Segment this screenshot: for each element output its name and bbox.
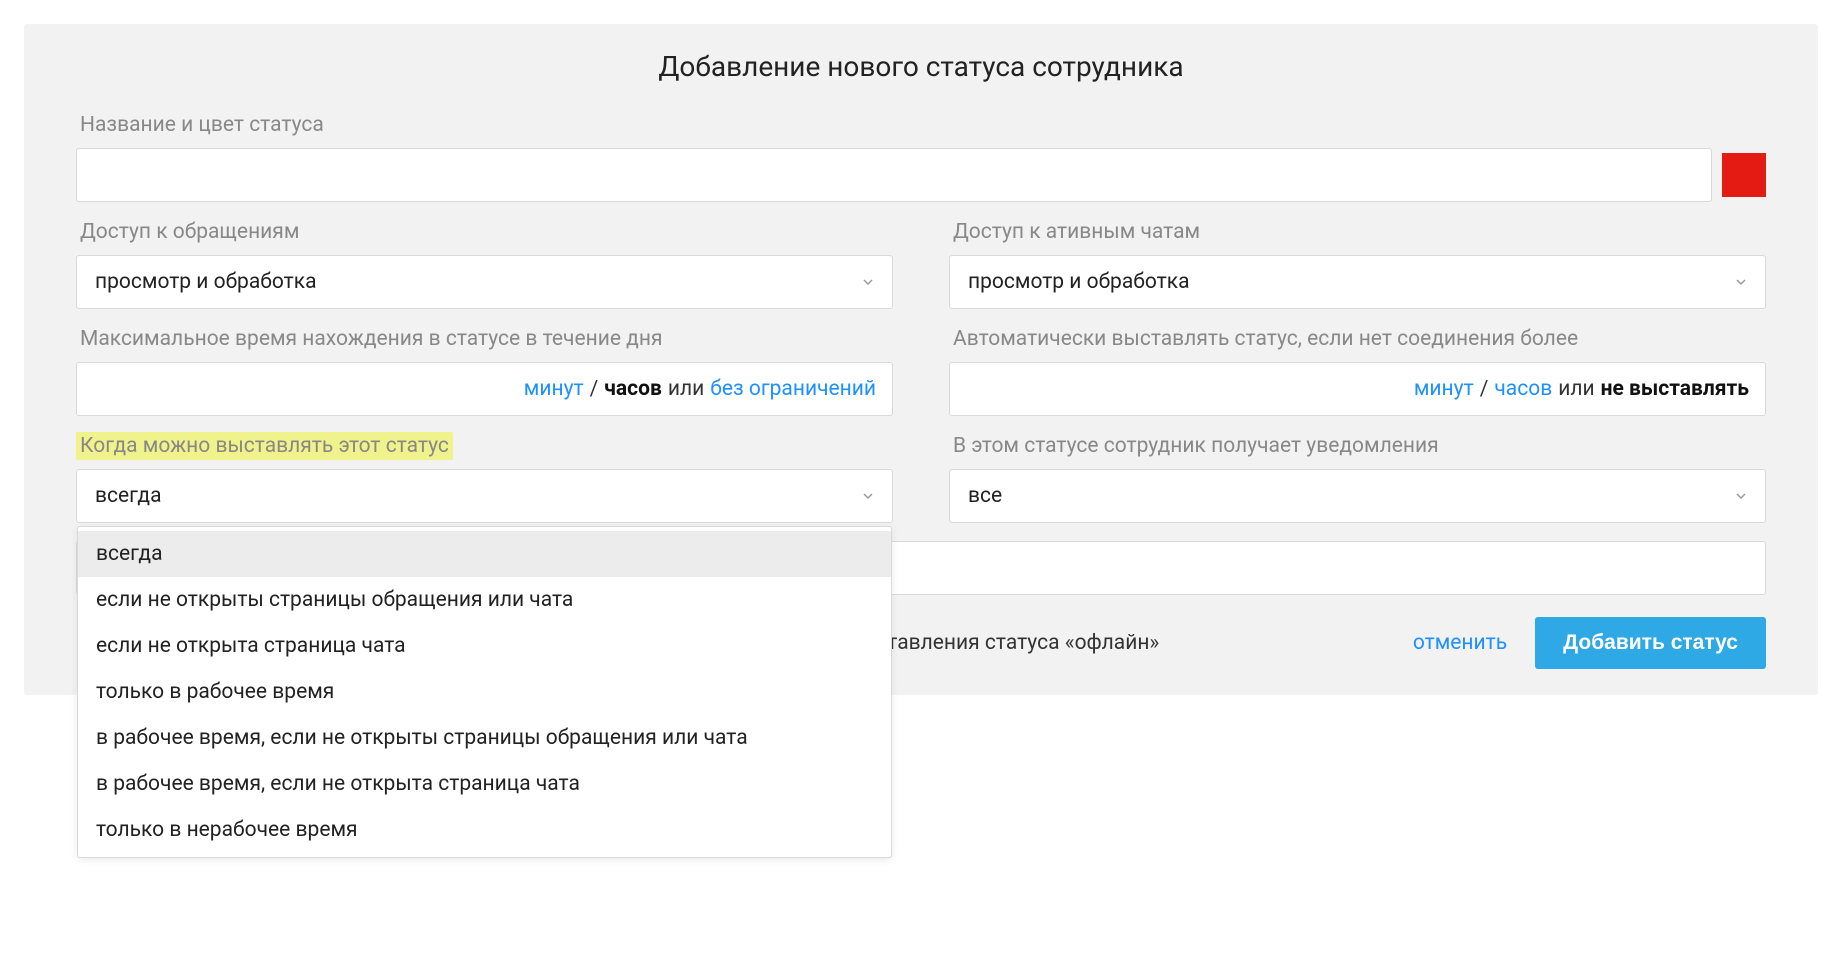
max-time-minutes-link[interactable]: минут [524, 377, 584, 401]
select-access-requests[interactable]: просмотр и обработка [76, 255, 893, 309]
when-option-2[interactable]: если не открыта страница чата [78, 623, 891, 669]
max-time-hours[interactable]: часов [604, 377, 662, 401]
when-option-4[interactable]: в рабочее время, если не открыты страниц… [78, 715, 891, 761]
auto-status-box[interactable]: минут / часов или не выставлять [949, 362, 1766, 416]
label-auto-status: Автоматически выставлять статус, если не… [949, 325, 1582, 353]
chevron-down-icon [862, 490, 874, 502]
row-time: Максимальное время нахождения в статусе … [76, 325, 1766, 416]
max-time-box[interactable]: минут / часов или без ограничений [76, 362, 893, 416]
auto-hours-link[interactable]: часов [1494, 377, 1552, 401]
select-when-allow[interactable]: всегда всегда если не открыты страницы о… [76, 469, 893, 523]
cancel-button[interactable]: отменить [1413, 631, 1507, 655]
label-access-requests: Доступ к обращениям [76, 218, 303, 246]
when-option-3[interactable]: только в рабочее время [78, 669, 891, 715]
chevron-down-icon [1735, 276, 1747, 288]
select-notifications[interactable]: все [949, 469, 1766, 523]
or-sep: или [668, 377, 704, 401]
status-color-swatch[interactable] [1722, 153, 1766, 197]
chevron-down-icon [1735, 490, 1747, 502]
select-access-chats-value: просмотр и обработка [968, 270, 1190, 294]
label-name-color: Название и цвет статуса [76, 111, 328, 139]
status-form-panel: Добавление нового статуса сотрудника Наз… [24, 24, 1818, 695]
submit-button[interactable]: Добавить статус [1535, 617, 1766, 669]
slash-sep: / [1480, 377, 1489, 401]
label-when-allow: Когда можно выставлять этот статус [76, 432, 453, 460]
row-name-color: Название и цвет статуса [76, 111, 1766, 202]
or-sep: или [1558, 377, 1594, 401]
when-option-0[interactable]: всегда [78, 531, 891, 577]
auto-no-set[interactable]: не выставлять [1601, 377, 1749, 401]
row-access: Доступ к обращениям просмотр и обработка… [76, 218, 1766, 309]
select-access-requests-value: просмотр и обработка [95, 270, 317, 294]
when-option-1[interactable]: если не открыты страницы обращения или ч… [78, 577, 891, 623]
status-name-input[interactable] [76, 148, 1712, 202]
chevron-down-icon [862, 276, 874, 288]
row-when-notify: Когда можно выставлять этот статус всегд… [76, 432, 1766, 523]
when-allow-dropdown: всегда если не открыты страницы обращени… [77, 526, 892, 858]
auto-minutes-link[interactable]: минут [1414, 377, 1474, 401]
label-max-time: Максимальное время нахождения в статусе … [76, 325, 666, 353]
slash-sep: / [590, 377, 599, 401]
form-title: Добавление нового статуса сотрудника [76, 50, 1766, 83]
max-time-unlimited-link[interactable]: без ограничений [710, 377, 876, 401]
select-when-allow-value: всегда [95, 484, 162, 508]
when-option-6[interactable]: только в нерабочее время [78, 807, 891, 853]
select-notifications-value: все [968, 484, 1002, 508]
when-option-5[interactable]: в рабочее время, если не открыта страниц… [78, 761, 891, 807]
label-access-chats: Доступ к ативным чатам [949, 218, 1204, 246]
label-notifications: В этом статусе сотрудник получает уведом… [949, 432, 1443, 460]
select-access-chats[interactable]: просмотр и обработка [949, 255, 1766, 309]
